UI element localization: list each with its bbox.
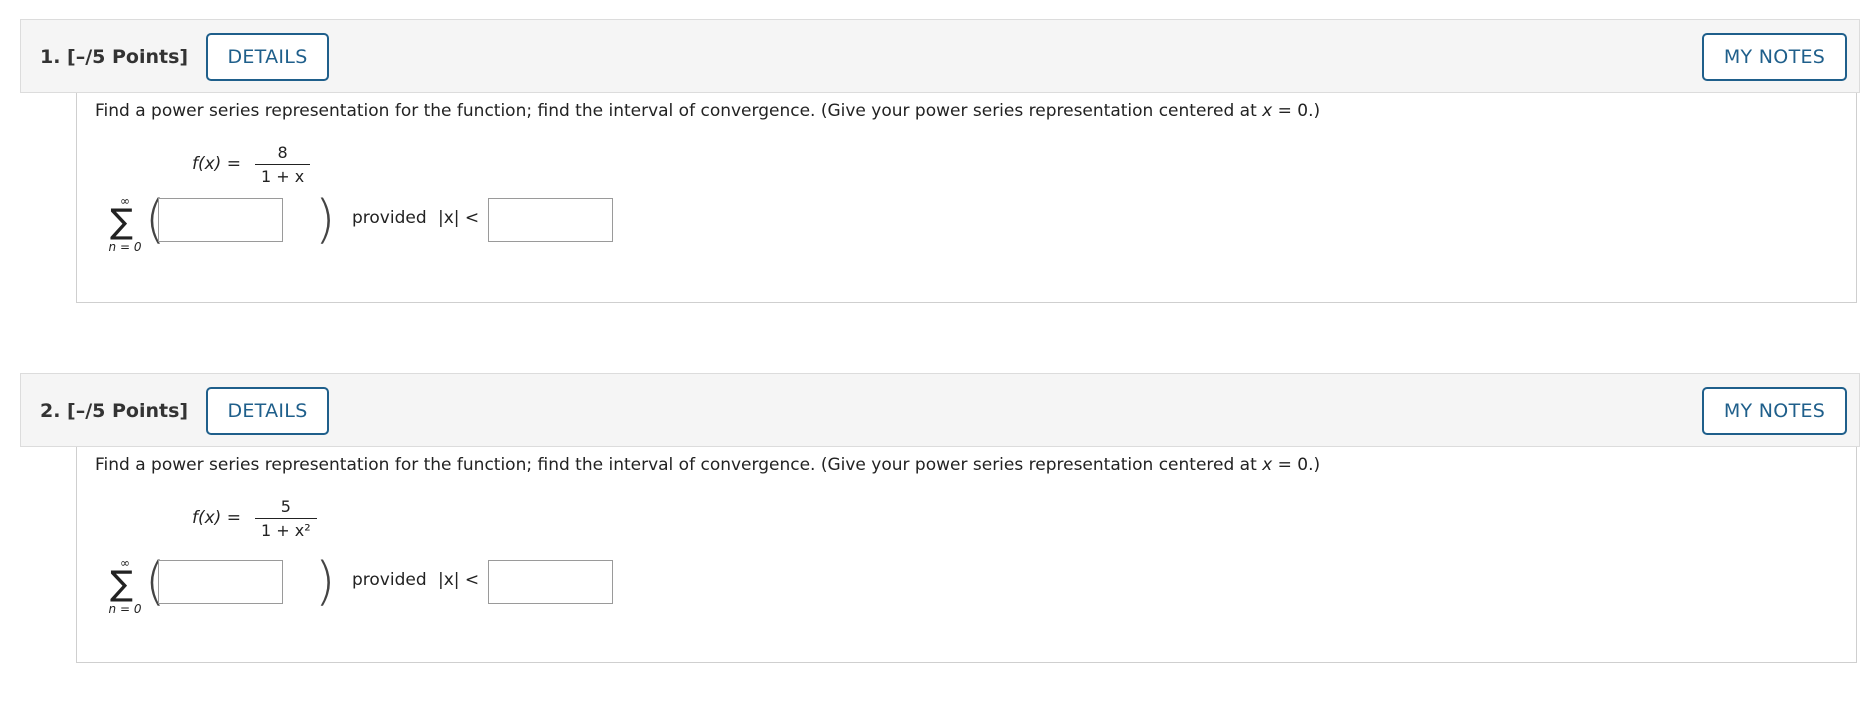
series-term-input[interactable] (158, 560, 283, 604)
abs-x-label: |x| < (438, 570, 480, 590)
fraction-numerator: 8 (277, 142, 288, 162)
abs-x-label: |x| < (438, 208, 480, 228)
prompt-variable: x (1262, 101, 1273, 121)
question-header: 1. [–/5 Points] DETAILS MY NOTES (20, 19, 1860, 93)
series-term-input[interactable] (158, 198, 283, 242)
radius-input[interactable] (488, 198, 613, 242)
question-prompt: Find a power series representation for t… (95, 101, 1320, 121)
question-1: 1. [–/5 Points] DETAILS MY NOTES Find a … (20, 19, 1860, 303)
fraction-numerator: 5 (280, 496, 291, 516)
details-button[interactable]: DETAILS (206, 33, 329, 81)
prompt-text: Find a power series representation for t… (95, 101, 1263, 121)
function-fraction: 5 1 + x² (254, 496, 317, 540)
prompt-text-end: = 0.) (1272, 455, 1321, 475)
question-number-points: 2. [–/5 Points] (40, 400, 189, 422)
right-paren: ) (315, 190, 336, 250)
question-body: Find a power series representation for t… (76, 93, 1857, 303)
function-fraction: 8 1 + x (254, 142, 311, 186)
question-prompt: Find a power series representation for t… (95, 455, 1320, 475)
question-body: Find a power series representation for t… (76, 447, 1857, 663)
function-lhs: f(x) = (192, 508, 241, 528)
prompt-variable: x (1262, 455, 1273, 475)
function-lhs: f(x) = (192, 154, 241, 174)
my-notes-button[interactable]: MY NOTES (1702, 33, 1847, 81)
sigma-icon: ∑ (110, 564, 133, 604)
my-notes-button[interactable]: MY NOTES (1702, 387, 1847, 435)
question-header: 2. [–/5 Points] DETAILS MY NOTES (20, 373, 1860, 447)
provided-label: provided (352, 570, 427, 590)
summation: ∞ ∑ n = 0 (99, 556, 151, 620)
right-paren: ) (315, 552, 336, 612)
radius-input[interactable] (488, 560, 613, 604)
question-2: 2. [–/5 Points] DETAILS MY NOTES Find a … (20, 373, 1860, 663)
sum-lower-limit: n = 0 (108, 602, 142, 616)
provided-label: provided (352, 208, 427, 228)
prompt-text: Find a power series representation for t… (95, 455, 1263, 475)
function-definition: f(x) = 5 1 + x² (192, 493, 317, 543)
fraction-denominator: 1 + x (254, 163, 311, 186)
details-button[interactable]: DETAILS (206, 387, 329, 435)
function-definition: f(x) = 8 1 + x (192, 139, 311, 189)
fraction-denominator: 1 + x² (254, 517, 317, 540)
question-number-points: 1. [–/5 Points] (40, 46, 189, 68)
summation: ∞ ∑ n = 0 (99, 194, 151, 258)
prompt-text-end: = 0.) (1272, 101, 1321, 121)
sum-lower-limit: n = 0 (108, 240, 142, 254)
sigma-icon: ∑ (110, 202, 133, 242)
